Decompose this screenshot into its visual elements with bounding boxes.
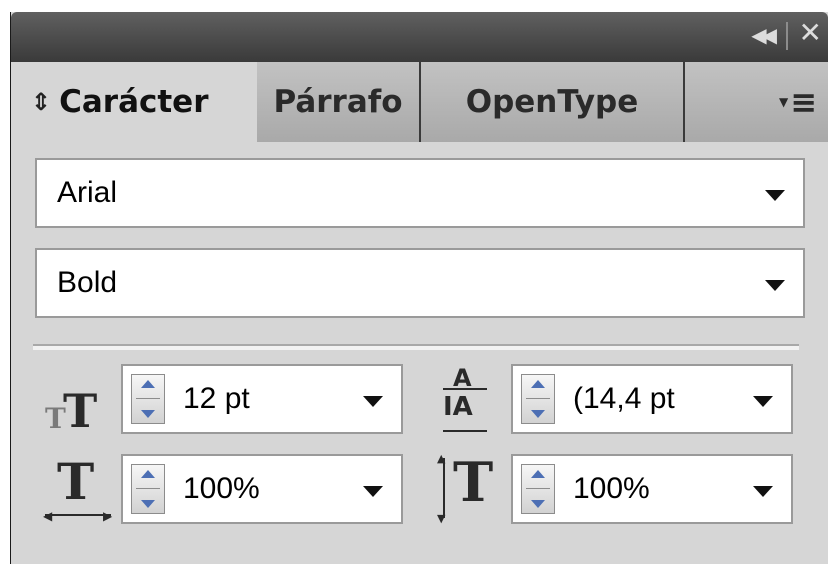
chevron-down-icon[interactable]	[363, 486, 383, 497]
vertical-scale-stepper[interactable]	[521, 464, 555, 514]
decrement-arrow-icon[interactable]	[531, 500, 545, 508]
chevron-down-icon[interactable]	[363, 396, 383, 407]
font-size-value: 12 pt	[183, 382, 250, 415]
leading-icon: A IA	[441, 364, 501, 444]
tab-caracter-label: Carácter	[59, 84, 209, 120]
close-icon[interactable]: ✕	[799, 16, 822, 49]
horizontal-scale-stepper[interactable]	[131, 464, 165, 514]
chevron-down-icon[interactable]	[765, 190, 785, 201]
hamburger-menu-icon: ≡	[790, 83, 817, 121]
leading-stepper[interactable]	[521, 374, 555, 424]
panel-menu-button[interactable]: ▼ ≡	[685, 62, 828, 142]
chevron-down-icon[interactable]	[753, 486, 773, 497]
increment-arrow-icon[interactable]	[141, 380, 155, 388]
font-size-icon: T T	[45, 384, 98, 438]
decrement-arrow-icon[interactable]	[531, 410, 545, 418]
font-size-stepper[interactable]	[131, 374, 165, 424]
increment-arrow-icon[interactable]	[141, 470, 155, 478]
increment-arrow-icon[interactable]	[531, 380, 545, 388]
font-size-field[interactable]: 12 pt	[121, 364, 403, 434]
decrement-arrow-icon[interactable]	[141, 500, 155, 508]
horizontal-scale-field[interactable]: 100%	[121, 454, 403, 524]
increment-arrow-icon[interactable]	[531, 470, 545, 478]
font-family-dropdown[interactable]: Arial	[35, 158, 805, 228]
collapse-panel-icon[interactable]: ◀◀	[751, 23, 777, 47]
tab-opentype[interactable]: OpenType	[421, 62, 685, 142]
menu-arrow-icon: ▼	[778, 95, 789, 109]
font-style-value: Bold	[57, 266, 118, 299]
chevron-down-icon[interactable]	[765, 280, 785, 291]
leading-value: (14,4 pt	[573, 382, 675, 415]
font-family-value: Arial	[57, 176, 118, 209]
panel-titlebar: ◀◀ ✕	[11, 12, 828, 62]
horizontal-scale-value: 100%	[183, 472, 260, 505]
tab-opentype-label: OpenType	[465, 84, 639, 120]
chevron-down-icon[interactable]	[753, 396, 773, 407]
tab-caracter[interactable]: ⇕ Carácter	[11, 62, 257, 142]
vertical-scale-icon: ▲ ▼ T	[437, 450, 494, 525]
vertical-scale-field[interactable]: 100%	[511, 454, 793, 524]
panel-tabs: ⇕ Carácter Párrafo OpenType ▼ ≡	[11, 62, 828, 142]
section-divider	[33, 344, 799, 350]
character-panel: ◀◀ ✕ ⇕ Carácter Párrafo OpenType ▼ ≡ Ari…	[10, 12, 828, 564]
font-style-dropdown[interactable]: Bold	[35, 248, 805, 318]
vertical-scale-value: 100%	[573, 472, 650, 505]
tab-parrafo[interactable]: Párrafo	[257, 62, 421, 142]
leading-field[interactable]: (14,4 pt	[511, 364, 793, 434]
sort-arrows-icon: ⇕	[31, 88, 52, 116]
tab-parrafo-label: Párrafo	[273, 84, 403, 120]
decrement-arrow-icon[interactable]	[141, 410, 155, 418]
horizontal-scale-icon: T ◀ ▶	[43, 452, 113, 523]
titlebar-separator	[786, 22, 788, 50]
